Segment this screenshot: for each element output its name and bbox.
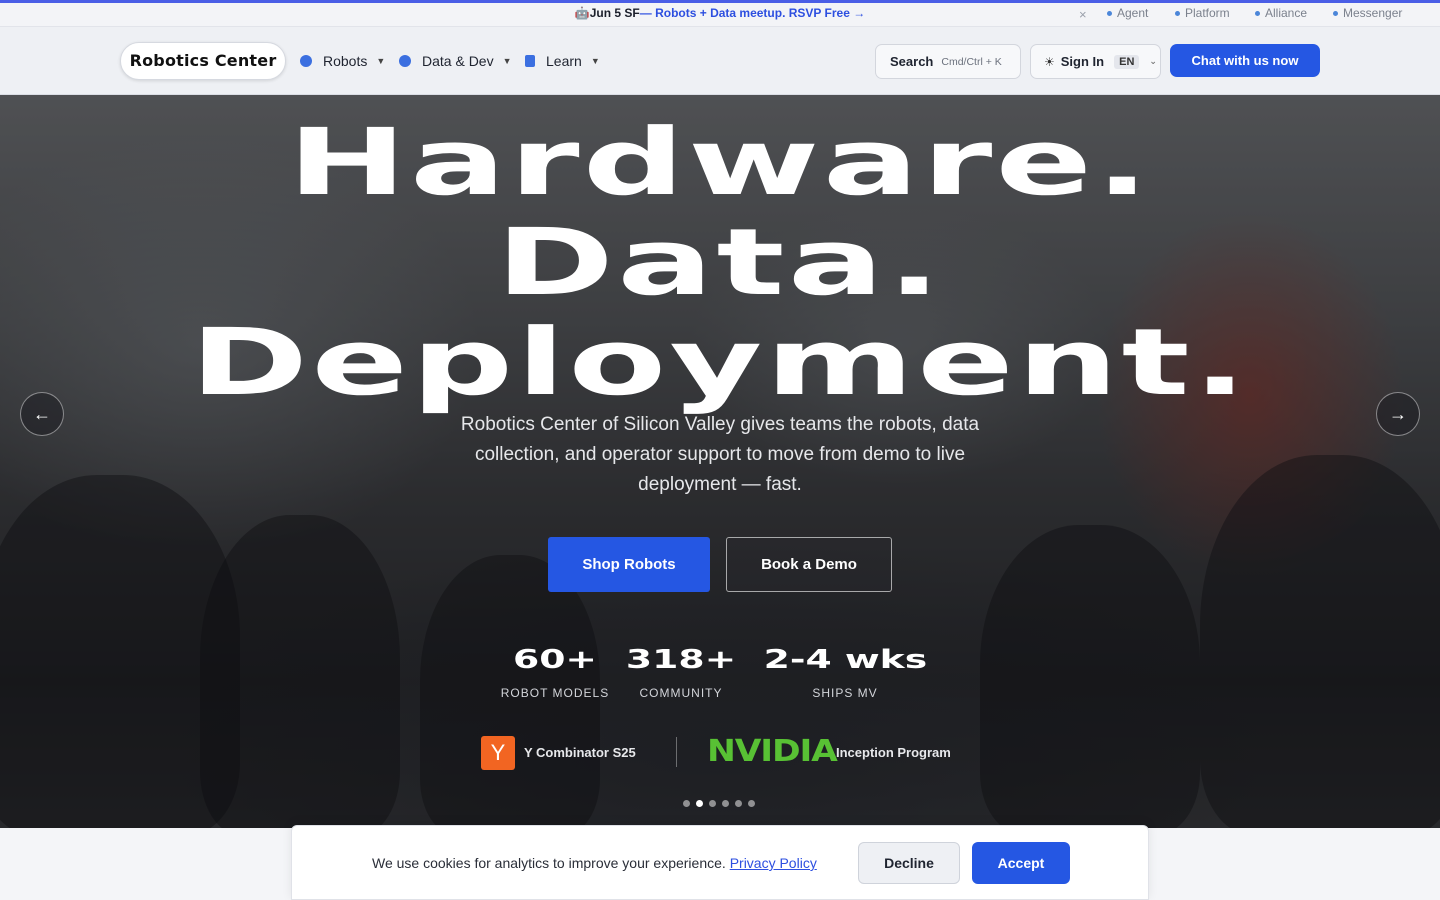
carousel-dot[interactable] [683,800,690,807]
cookie-message: We use cookies for analytics to improve … [372,855,817,871]
site-logo[interactable]: Robotics Center [120,42,286,80]
carousel-dots [683,800,755,807]
search-button[interactable]: Search Cmd/Ctrl + K [875,44,1021,79]
robot-icon: 🤖 [574,6,590,20]
main-nav: Robotics Center Robots ▼ Data & Dev ▼ Le… [0,27,1440,95]
nvidia-logo: NVIDIA [707,734,838,769]
nav-item-learn[interactable]: Learn ▼ [525,53,600,69]
carousel-next-arrow-icon[interactable]: → [1376,392,1420,436]
chevron-down-icon: ▼ [590,56,600,66]
hero-headline-line-2: Data. [495,209,945,316]
book-demo-button[interactable]: Book a Demo [726,537,892,592]
hero-section: Hardware. Data. Deployment. Robotics Cen… [0,95,1440,828]
cookie-banner: We use cookies for analytics to improve … [291,825,1149,900]
stat-robot-models: 60+ ROBOT MODELS [495,645,615,700]
hero-subtitle: Robotics Center of Silicon Valley gives … [460,414,980,495]
sun-icon: ☀ [1044,54,1055,69]
dot-icon [1255,10,1260,16]
announcement-bar: 🤖Jun 5 SF— Robots + Data meetup. RSVP Fr… [0,0,1440,27]
stat-value: 60+ [512,645,598,675]
chevron-down-icon: ⌄ [1149,56,1157,66]
nav-item-robots[interactable]: Robots ▼ [300,53,385,69]
decline-button[interactable]: Decline [858,842,960,884]
carousel-prev-arrow-icon[interactable]: ← [20,392,64,436]
external-link-messenger[interactable]: Messenger [1333,6,1402,20]
external-link-platform[interactable]: Platform [1175,6,1230,20]
carousel-dot[interactable] [748,800,755,807]
shop-robots-button[interactable]: Shop Robots [548,537,710,592]
search-shortcut: Cmd/Ctrl + K [941,55,1002,68]
external-link-alliance[interactable]: Alliance [1255,6,1307,20]
stat-label: COMMUNITY [639,686,723,700]
sign-in-button[interactable]: ☀ Sign In EN ⌄ [1030,44,1161,79]
badge-divider [676,737,677,767]
stat-value: 318+ [625,645,737,675]
stat-label: ROBOT MODELS [500,686,610,700]
carousel-dot[interactable] [735,800,742,807]
hero-headline-line-1: Hardware. [287,109,1153,216]
stat-value: 2-4 wks [763,645,927,675]
accept-button[interactable]: Accept [972,842,1070,884]
carousel-dot[interactable] [709,800,716,807]
privacy-policy-link[interactable]: Privacy Policy [730,855,817,871]
chevron-down-icon: ▼ [502,56,512,66]
chat-button[interactable]: Chat with us now [1170,44,1320,77]
carousel-dot[interactable] [696,800,703,807]
external-link-agent[interactable]: Agent [1107,6,1148,20]
close-icon[interactable]: × [1079,7,1087,22]
nav-item-data-dev[interactable]: Data & Dev ▼ [399,53,512,69]
hero-headline-line-3: Deployment. [189,309,1251,416]
announcement-date: Jun 5 SF [589,6,640,20]
compass-icon [300,55,312,67]
book-icon [525,55,535,67]
compass-icon [399,55,411,67]
y-combinator-logo: Y [481,736,515,770]
announcement-link[interactable]: — Robots + Data meetup. RSVP Free → [640,6,866,20]
stat-label: SHIPS MV [812,686,878,700]
nvidia-inception-text: Inception Program [836,745,951,760]
language-select[interactable]: EN [1114,54,1140,69]
dot-icon [1107,10,1112,16]
dot-icon [1175,10,1180,16]
carousel-dot[interactable] [722,800,729,807]
dot-icon [1333,10,1338,16]
stat-community: 318+ COMMUNITY [621,645,741,700]
y-combinator-text: Y Combinator S25 [524,745,636,760]
chevron-down-icon: ▼ [376,56,386,66]
stat-ships: 2-4 wks SHIPS MV [763,645,927,700]
